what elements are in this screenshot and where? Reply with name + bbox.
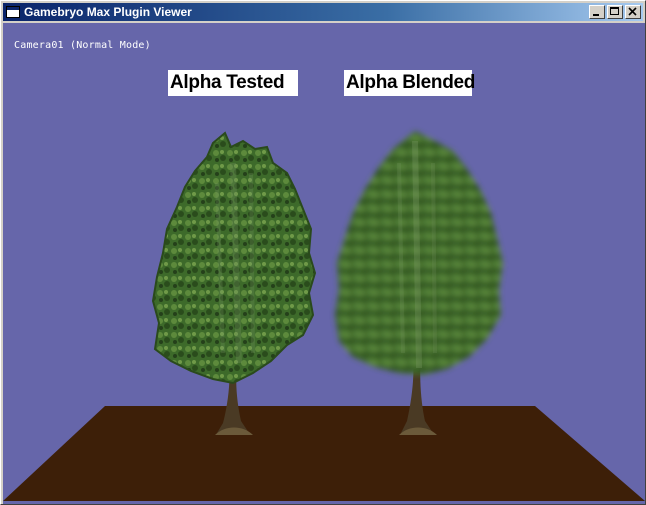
minimize-button[interactable] bbox=[589, 5, 605, 19]
ground-plane bbox=[3, 406, 645, 501]
scene-render bbox=[3, 131, 645, 501]
maximize-button[interactable] bbox=[607, 5, 623, 19]
alpha-tested-sign: Alpha Tested bbox=[168, 70, 298, 96]
alpha-tested-tree bbox=[151, 131, 317, 435]
viewer-window: Gamebryo Max Plugin Viewer Camera01 (Nor… bbox=[0, 0, 646, 505]
title-bar[interactable]: Gamebryo Max Plugin Viewer bbox=[3, 3, 643, 21]
alpha-blended-sign: Alpha Blended bbox=[344, 70, 475, 96]
minimize-icon bbox=[593, 14, 599, 16]
close-icon bbox=[628, 7, 637, 16]
close-button[interactable] bbox=[625, 5, 641, 19]
camera-mode-label: Camera01 (Normal Mode) bbox=[14, 40, 151, 51]
maximize-icon bbox=[610, 7, 619, 15]
app-window-icon bbox=[6, 6, 20, 18]
3d-viewport[interactable]: Camera01 (Normal Mode) Alpha Tested Alph… bbox=[3, 23, 645, 504]
window-title: Gamebryo Max Plugin Viewer bbox=[24, 5, 192, 19]
alpha-blended-tree bbox=[335, 131, 503, 435]
